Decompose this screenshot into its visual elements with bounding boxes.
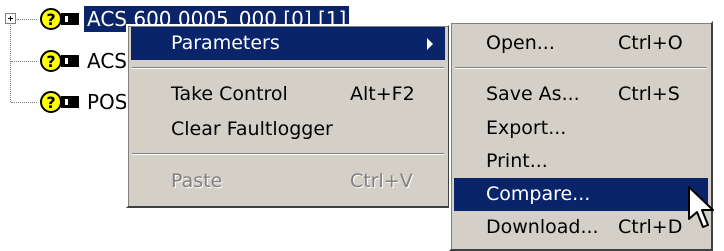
menu-separator [132, 67, 444, 69]
menu-item-label: Save As... [486, 83, 580, 105]
menu-item-save-as[interactable]: Save As... Ctrl+S [454, 78, 708, 111]
expand-plus-icon[interactable] [5, 13, 16, 24]
submenu-arrow-icon [427, 38, 433, 50]
tree-connector [11, 61, 37, 62]
menu-item-label: Print... [486, 150, 548, 172]
menu-item-label: Clear Faultlogger [171, 118, 333, 140]
tree-node[interactable]: ACS [84, 48, 130, 74]
tree-connector [17, 19, 37, 20]
menu-item-label: Download... [486, 216, 599, 238]
tree-connector [10, 25, 11, 102]
menu-item-paste[interactable]: Paste Ctrl+V [131, 165, 445, 198]
menu-item-print[interactable]: Print... [454, 145, 708, 178]
menu-item-shortcut: Ctrl+D [618, 216, 683, 238]
drive-question-icon[interactable]: ? [39, 90, 81, 114]
svg-text:?: ? [46, 52, 55, 71]
parameters-submenu: Open... Ctrl+O Save As... Ctrl+S Export.… [449, 21, 713, 251]
menu-item-label: Take Control [171, 83, 288, 105]
menu-item-shortcut: Ctrl+O [618, 32, 683, 54]
context-menu: Parameters Take Control Alt+F2 Clear Fau… [126, 24, 450, 208]
menu-item-shortcut: Alt+F2 [350, 83, 415, 105]
tree-node[interactable]: POS [84, 89, 131, 115]
menu-item-label: Open... [486, 32, 555, 54]
menu-item-export[interactable]: Export... [454, 112, 708, 145]
menu-item-label: Compare... [486, 183, 591, 205]
menu-item-shortcut: Ctrl+S [618, 83, 680, 105]
svg-text:?: ? [46, 10, 55, 29]
menu-item-shortcut: Ctrl+V [350, 170, 413, 192]
drive-question-icon[interactable]: ? [39, 7, 81, 31]
menu-item-take-control[interactable]: Take Control Alt+F2 [131, 78, 445, 111]
mouse-cursor-icon [688, 186, 714, 228]
menu-item-download[interactable]: Download... Ctrl+D [454, 211, 708, 244]
menu-separator [455, 67, 707, 69]
menu-item-label: Export... [486, 117, 567, 139]
device-tree: ? ACS 600 0005_000 [0] [1] ? ACS ? POS [0, 0, 350, 251]
menu-item-label: Parameters [171, 32, 280, 54]
menu-item-label: Paste [171, 170, 223, 192]
menu-separator [132, 153, 444, 155]
menu-item-compare[interactable]: Compare... [454, 178, 708, 211]
tree-connector [11, 102, 37, 103]
menu-item-open[interactable]: Open... Ctrl+O [454, 27, 708, 60]
menu-item-parameters[interactable]: Parameters [131, 27, 445, 60]
drive-question-icon[interactable]: ? [39, 49, 81, 73]
menu-item-clear-faultlogger[interactable]: Clear Faultlogger [131, 113, 445, 146]
svg-text:?: ? [46, 93, 55, 112]
